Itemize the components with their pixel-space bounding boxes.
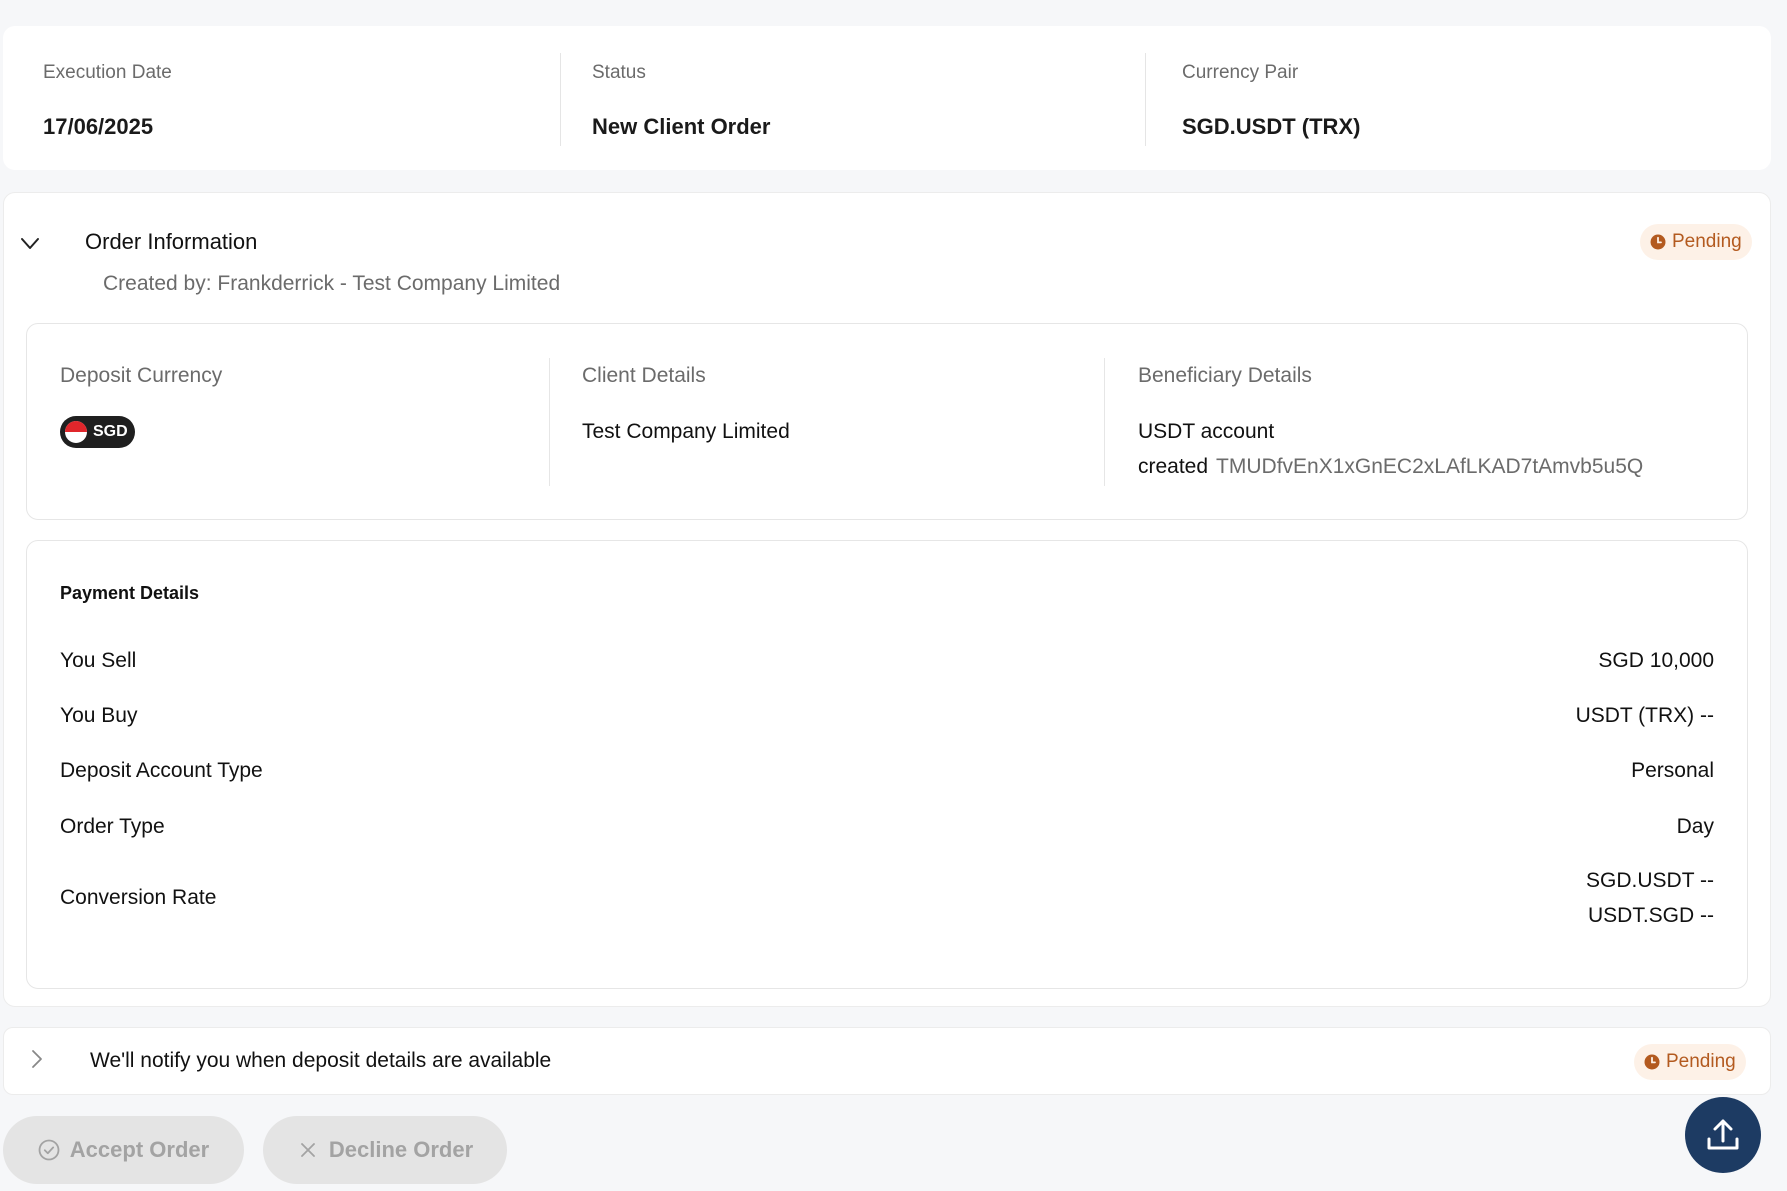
beneficiary-created-line: created TMUDfvEnX1xGnEC2xLAfLKAD7tAmvb5u5… (1138, 455, 1643, 479)
currency-pair-value: SGD.USDT (TRX) (1182, 114, 1361, 139)
payment-details-title: Payment Details (60, 583, 200, 603)
upload-icon (1707, 1119, 1739, 1150)
currency-pair-cell: Currency Pair SGD.USDT (TRX) (1145, 26, 1771, 170)
status-cell: Status New Client Order (560, 26, 1145, 170)
close-icon (300, 1143, 315, 1157)
you-buy-label: You Buy (60, 704, 138, 727)
upload-fab-button[interactable] (1685, 1097, 1761, 1173)
payment-details-box: Payment Details You Sell SGD 10,000 You … (26, 540, 1748, 989)
you-sell-value: SGD 10,000 (1598, 649, 1714, 672)
order-type-value: Day (1676, 815, 1714, 838)
client-details-label: Client Details (582, 364, 706, 387)
deposit-account-type-value: Personal (1631, 759, 1714, 782)
execution-date-cell: Execution Date 17/06/2025 (3, 26, 560, 170)
singapore-flag-icon (65, 421, 87, 443)
deposit-currency-label: Deposit Currency (60, 364, 223, 387)
order-information-title[interactable]: Order Information (85, 229, 257, 255)
you-sell-label: You Sell (60, 649, 137, 672)
deposit-currency-chip: SGD (60, 416, 135, 448)
deposit-notify-text: We'll notify you when deposit details ar… (90, 1049, 552, 1072)
details-divider (549, 358, 550, 486)
beneficiary-details-label: Beneficiary Details (1138, 364, 1312, 387)
status-badge: Pending (1634, 1044, 1746, 1080)
conversion-rate-label: Conversion Rate (60, 886, 217, 909)
conversion-rate-usdt-sgd: USDT.SGD -- (1588, 904, 1714, 927)
status-value: New Client Order (592, 114, 771, 139)
chevron-right-icon[interactable] (27, 1048, 47, 1070)
order-summary-card: Execution Date 17/06/2025 Status New Cli… (3, 26, 1771, 170)
deposit-account-type-label: Deposit Account Type (60, 759, 263, 782)
conversion-rate-sgd-usdt: SGD.USDT -- (1586, 869, 1714, 892)
chevron-down-icon[interactable] (19, 232, 41, 254)
order-type-label: Order Type (60, 815, 165, 838)
beneficiary-created-text: created (1138, 455, 1209, 478)
deposit-currency-code: SGD (93, 423, 128, 440)
order-details-box: Deposit Currency SGD Client Details Test… (26, 323, 1748, 520)
status-label: Status (592, 62, 646, 83)
status-badge-label: Pending (1666, 1051, 1736, 1072)
check-circle-icon (38, 1139, 60, 1161)
decline-order-button[interactable]: Decline Order (263, 1116, 507, 1184)
beneficiary-wallet-address: TMUDfvEnX1xGnEC2xLAfLKAD7tAmvb5u5Q (1216, 455, 1644, 478)
details-divider (1104, 358, 1105, 486)
client-name: Test Company Limited (582, 420, 790, 443)
clock-icon (1644, 1054, 1660, 1070)
currency-pair-label: Currency Pair (1182, 62, 1299, 83)
you-buy-value: USDT (TRX) -- (1575, 704, 1714, 727)
clock-icon (1650, 234, 1666, 250)
beneficiary-account-text: USDT account (1138, 420, 1275, 443)
execution-date-value: 17/06/2025 (43, 114, 154, 139)
status-badge: Pending (1640, 224, 1752, 260)
accept-order-button[interactable]: Accept Order (3, 1116, 244, 1184)
status-badge-label: Pending (1672, 231, 1742, 252)
execution-date-label: Execution Date (43, 62, 172, 83)
decline-order-label: Decline Order (328, 1137, 474, 1162)
created-by-text: Created by: Frankderrick - Test Company … (103, 272, 561, 295)
accept-order-label: Accept Order (69, 1137, 210, 1162)
